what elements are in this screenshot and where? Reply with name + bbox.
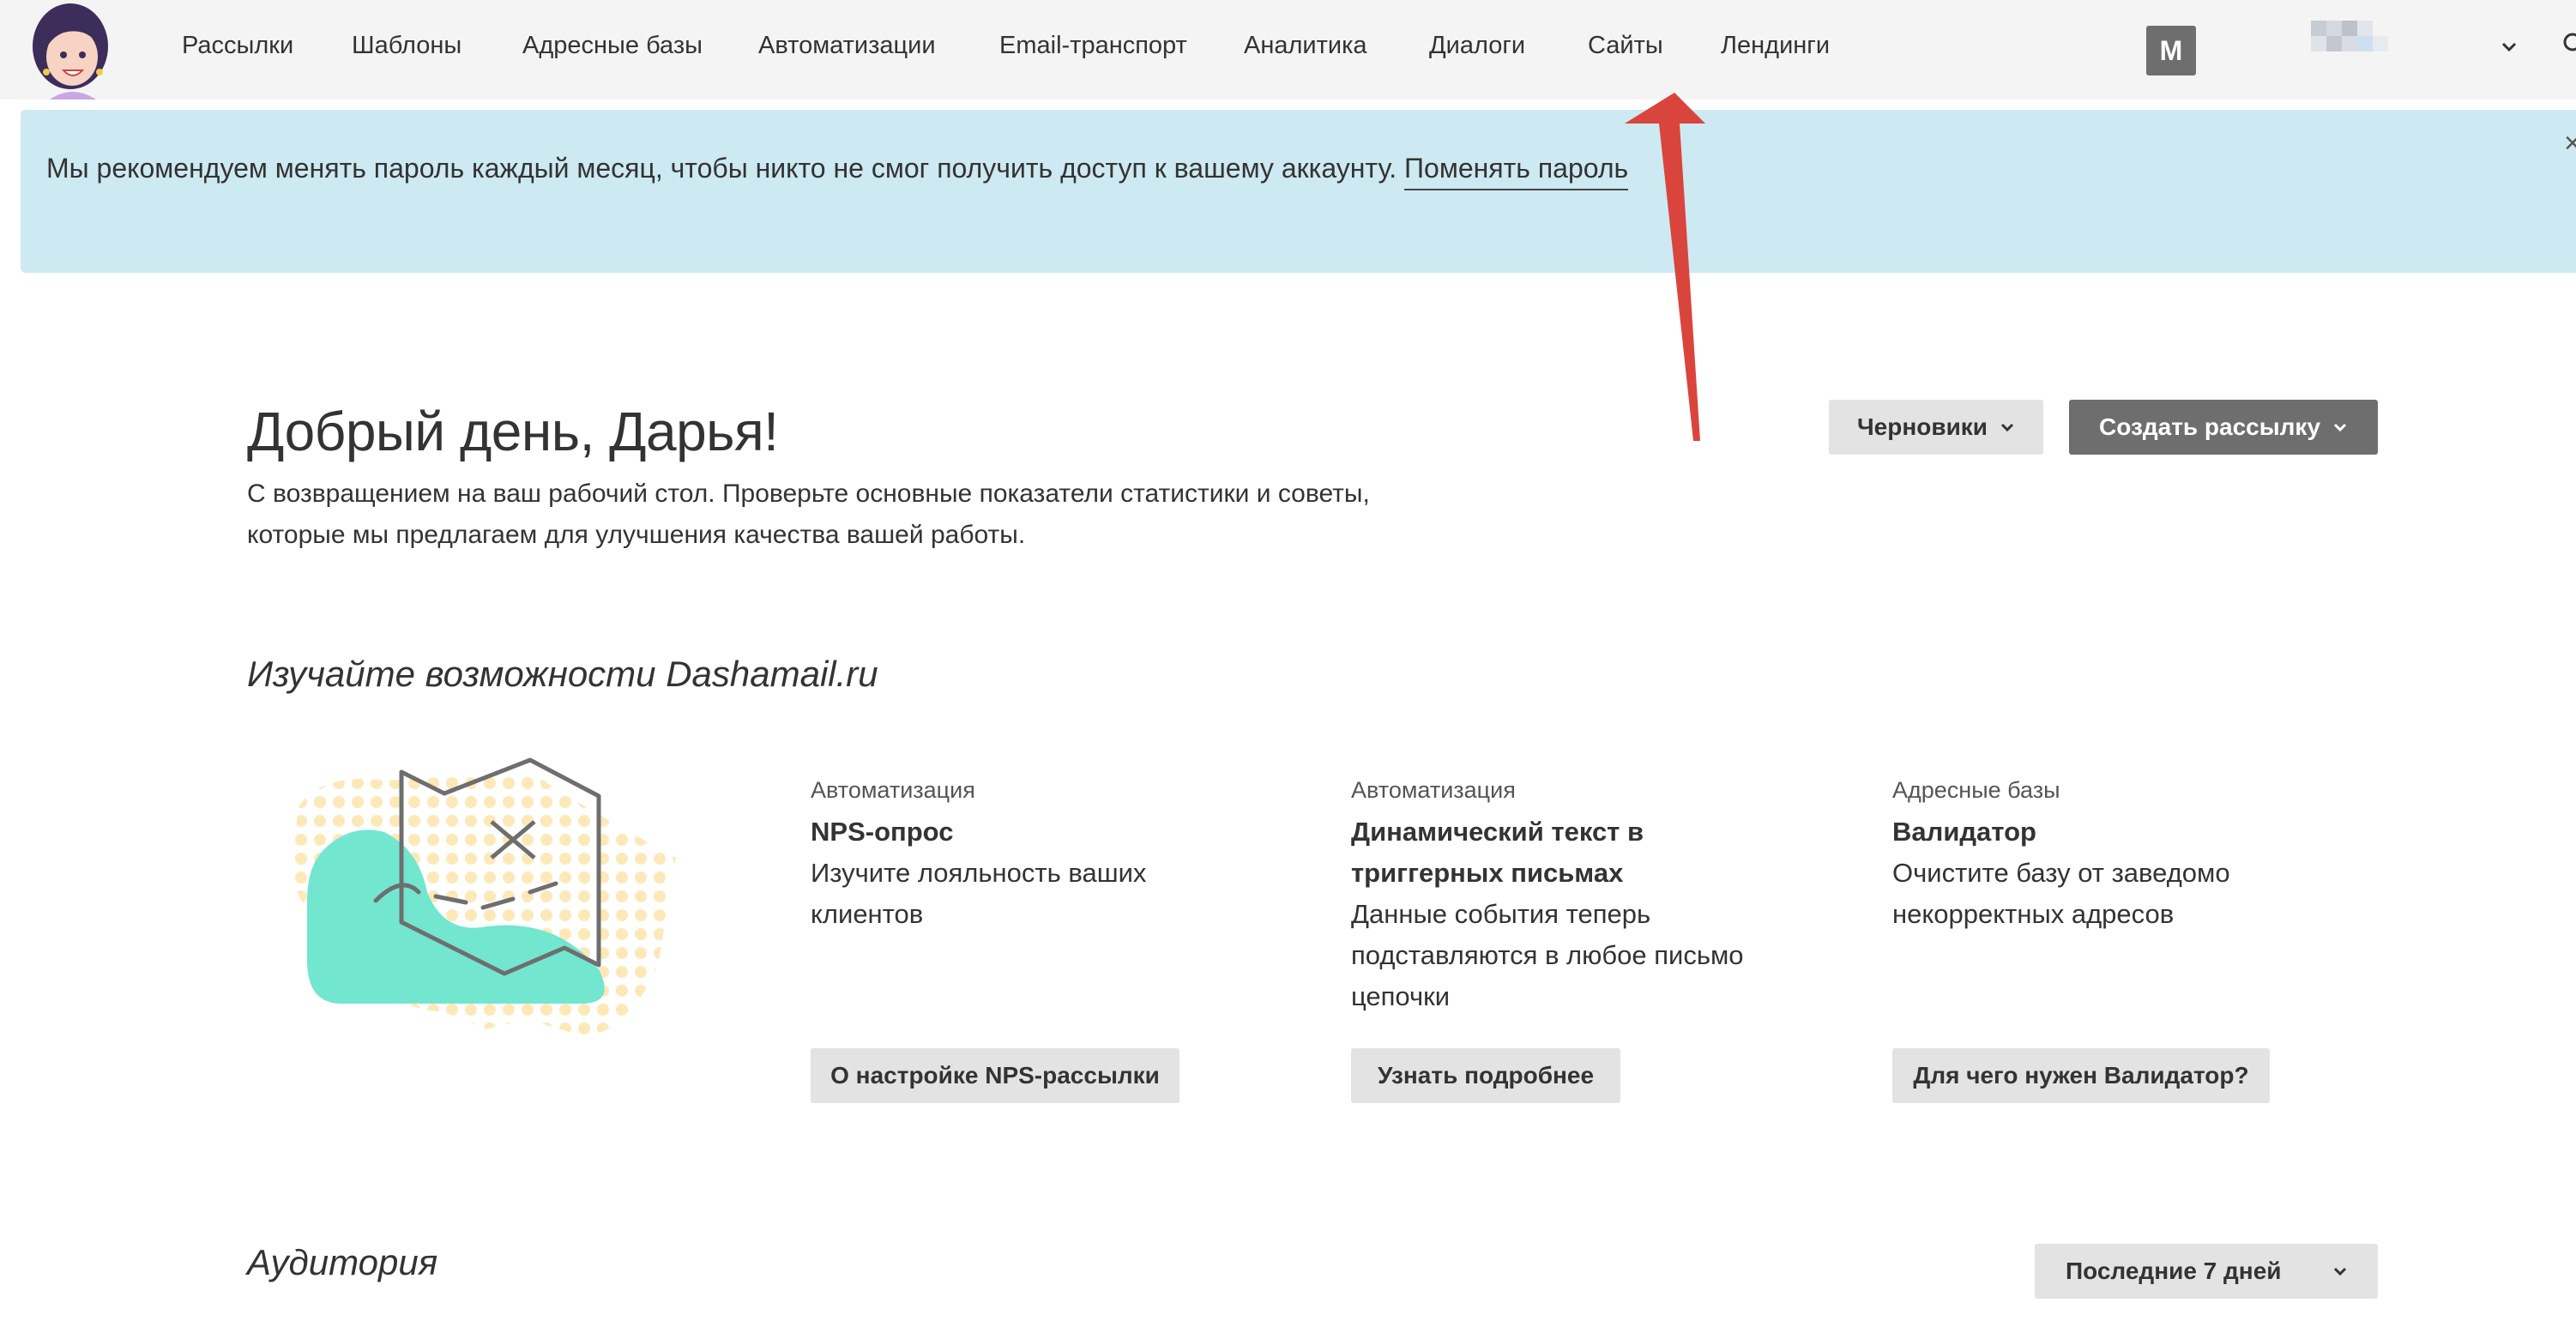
validator-info-button[interactable]: Для чего нужен Валидатор? (1892, 1048, 2270, 1103)
chevron-down-icon (2333, 1267, 2347, 1276)
password-notice-banner: Мы рекомендуем менять пароль каждый меся… (21, 110, 2576, 273)
card-description: Данные события теперь подставляются в лю… (1351, 899, 1744, 1011)
user-name-blurred[interactable] (2311, 21, 2388, 51)
period-select[interactable]: Последние 7 дней (2035, 1244, 2378, 1299)
period-select-value: Последние 7 дней (2066, 1258, 2282, 1284)
nav-sites[interactable]: Сайты (1588, 32, 1663, 60)
chevron-down-icon (2333, 423, 2347, 432)
drafts-label: Черновики (1856, 413, 1988, 440)
audience-section-title: Аудитория (247, 1242, 438, 1282)
explore-section-title: Изучайте возможности Dashamail.ru (247, 654, 878, 694)
card-title: Валидатор (1892, 817, 2036, 847)
card-category: Адресные базы (1892, 777, 2060, 803)
nav-templates[interactable]: Шаблоны (352, 32, 462, 60)
create-mailing-button[interactable]: Создать рассылку (2069, 400, 2378, 455)
nav-address-bases[interactable]: Адресные базы (522, 32, 703, 60)
create-mailing-label: Создать рассылку (2098, 413, 2321, 440)
page-title: Добрый день, Дарья! (247, 401, 779, 462)
nav-analytics[interactable]: Аналитика (1244, 32, 1367, 60)
card-description: Очистите базу от заведомо некорректных а… (1892, 858, 2230, 929)
change-password-link[interactable]: Поменять пароль (1404, 153, 1629, 190)
chevron-down-icon (2000, 423, 2014, 432)
drafts-button[interactable]: Черновики (1829, 400, 2043, 455)
close-icon[interactable]: × (2564, 127, 2576, 160)
nav-email-transport[interactable]: Email-транспорт (999, 32, 1187, 60)
feature-illustration (290, 757, 676, 1038)
nps-setup-button[interactable]: О настройке NPS-рассылки (811, 1048, 1179, 1103)
nav-automations[interactable]: Автоматизации (758, 32, 936, 60)
card-title: Динамический текст в триггерных письмах (1351, 817, 1644, 888)
card-category: Автоматизация (811, 777, 975, 803)
nav-mailings[interactable]: Рассылки (182, 32, 293, 60)
chevron-down-icon[interactable] (2498, 36, 2520, 58)
learn-more-button[interactable]: Узнать подробнее (1351, 1048, 1620, 1103)
nav-dialogs[interactable]: Диалоги (1429, 32, 1525, 60)
card-title: NPS-опрос (811, 817, 954, 847)
banner-message: Мы рекомендуем менять пароль каждый меся… (46, 153, 1629, 190)
top-navigation-bar: Рассылки Шаблоны Адресные базы Автоматиз… (0, 0, 2576, 100)
account-avatar[interactable]: M (2146, 26, 2196, 75)
banner-text: Мы рекомендуем менять пароль каждый меся… (46, 153, 1397, 184)
greeting-subtitle: С возвращением на ваш рабочий стол. Пров… (247, 480, 1370, 549)
avatar-logo-icon[interactable] (21, 0, 124, 100)
search-icon[interactable] (2561, 31, 2576, 57)
nav-landings[interactable]: Лендинги (1721, 32, 1830, 60)
card-description: Изучите лояльность ваших клиентов (811, 858, 1147, 929)
card-category: Автоматизация (1351, 777, 1516, 803)
